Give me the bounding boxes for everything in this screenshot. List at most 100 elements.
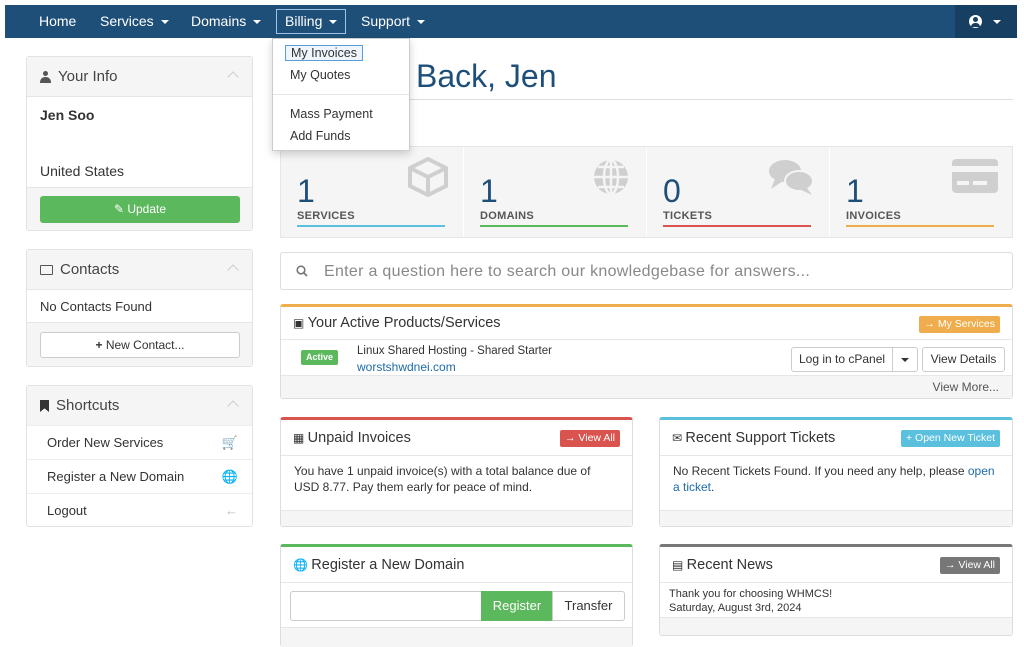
chevron-up-icon[interactable] <box>227 264 239 276</box>
view-details-button[interactable]: View Details <box>922 347 1005 372</box>
nav-domains[interactable]: Domains <box>191 5 262 38</box>
view-all-news-button[interactable]: → View All <box>940 557 1000 574</box>
shortcut-order-new-services[interactable]: Order New Services 🛒 <box>27 425 252 459</box>
no-contacts-text: No Contacts Found <box>40 299 153 314</box>
nav-domains-label: Domains <box>191 13 247 29</box>
chevron-down-icon <box>417 20 426 25</box>
login-options-dropdown[interactable] <box>892 347 918 372</box>
view-more-link[interactable]: View More... <box>933 380 999 394</box>
comments-icon <box>769 160 814 195</box>
news-item-date: Saturday, August 3rd, 2024 <box>669 602 802 614</box>
nav-home-label: Home <box>39 13 77 29</box>
tickets-title: Recent Support Tickets <box>685 430 836 446</box>
shortcuts-header[interactable]: Shortcuts <box>27 386 252 426</box>
contacts-header[interactable]: Contacts <box>27 250 252 290</box>
cube-icon: ▣ <box>293 316 308 330</box>
folder-icon <box>40 265 53 276</box>
globe-icon <box>594 158 628 196</box>
shortcuts-panel: Shortcuts Order New Services 🛒 Register a… <box>26 385 253 527</box>
chevron-down-icon <box>993 20 1001 24</box>
shortcut-label: Order New Services <box>47 435 164 450</box>
knowledgebase-search-input[interactable]: Enter a question here to search our know… <box>280 252 1013 290</box>
page-title: Back, Jen <box>416 58 557 94</box>
nav-services[interactable]: Services <box>100 5 169 38</box>
products-header: ▣ Your Active Products/Services → My Ser… <box>281 307 1012 340</box>
nav-support-label: Support <box>361 13 411 29</box>
your-info-title: Your Info <box>58 68 118 85</box>
tile-accent-bar <box>480 225 628 227</box>
shortcuts-title: Shortcuts <box>56 397 120 414</box>
chevron-down-icon <box>253 20 262 25</box>
globe-icon: 🌐 <box>293 558 312 572</box>
tile-count: 0 <box>663 173 681 209</box>
open-new-ticket-label: Open New Ticket <box>915 432 995 444</box>
your-info-header[interactable]: Your Info <box>27 57 252 97</box>
cube-icon <box>408 157 448 197</box>
tile-invoices[interactable]: 1 INVOICES <box>830 147 1013 237</box>
tile-label: INVOICES <box>846 210 901 222</box>
menu-item-my-invoices[interactable]: My Invoices <box>285 45 363 61</box>
menu-item-mass-payment[interactable]: Mass Payment <box>290 107 373 121</box>
tile-count: 1 <box>297 173 315 209</box>
shortcut-register-domain[interactable]: Register a New Domain 🌐 <box>27 459 252 493</box>
tile-accent-bar <box>663 225 811 227</box>
newspaper-icon: ▤ <box>672 558 687 572</box>
chevron-up-icon[interactable] <box>227 400 239 412</box>
tile-count: 1 <box>846 173 864 209</box>
user-menu-button[interactable] <box>955 5 1017 38</box>
register-button[interactable]: Register <box>481 591 553 621</box>
tile-label: DOMAINS <box>480 210 535 222</box>
update-button[interactable]: ✎ Update <box>40 196 240 223</box>
invoices-header: ▦ Unpaid Invoices → View All <box>281 420 632 456</box>
client-name: Jen Soo <box>40 107 95 123</box>
invoices-text: You have 1 unpaid invoice(s) with a tota… <box>294 464 591 494</box>
view-all-invoices-button[interactable]: → View All <box>560 430 620 447</box>
new-contact-button[interactable]: + New Contact... <box>40 332 240 358</box>
products-title: Your Active Products/Services <box>307 315 501 331</box>
user-circle-icon <box>969 15 982 28</box>
product-domain-link[interactable]: worstshwdnei.com <box>357 360 456 374</box>
nav-billing-label: Billing <box>285 13 323 29</box>
invoices-title: Unpaid Invoices <box>307 430 411 446</box>
tile-domains[interactable]: 1 DOMAINS <box>464 147 647 237</box>
cart-icon: 🛒 <box>221 435 238 450</box>
shortcut-label: Logout <box>47 503 87 518</box>
tickets-footer <box>660 510 1012 526</box>
arrow-left-icon: ← <box>225 503 238 518</box>
tile-accent-bar <box>297 225 445 227</box>
register-domain-footer <box>281 627 632 647</box>
open-new-ticket-button[interactable]: + Open New Ticket <box>900 430 1000 447</box>
tile-tickets[interactable]: 0 TICKETS <box>647 147 830 237</box>
news-item[interactable]: Thank you for choosing WHMCS! Saturday, … <box>669 587 832 615</box>
chevron-down-icon <box>329 20 338 25</box>
news-footer <box>660 617 1012 635</box>
news-header: ▤ Recent News → View All <box>660 547 1012 583</box>
my-services-button[interactable]: → My Services <box>919 316 1000 333</box>
shortcut-logout[interactable]: Logout ← <box>27 493 252 527</box>
view-all-label: View All <box>578 432 615 444</box>
tickets-header: ✉ Recent Support Tickets + Open New Tick… <box>660 420 1012 456</box>
register-domain-header: 🌐 Register a New Domain <box>281 547 632 583</box>
login-cpanel-button[interactable]: Log in to cPanel <box>791 347 893 372</box>
domain-search-input[interactable] <box>290 591 482 621</box>
nav-billing[interactable]: Billing <box>276 9 347 34</box>
nav-services-label: Services <box>100 13 154 29</box>
client-country: United States <box>40 163 125 179</box>
chevron-down-icon <box>901 357 909 362</box>
tile-services[interactable]: 1 SERVICES <box>281 147 464 237</box>
chevron-up-icon[interactable] <box>227 71 239 83</box>
menu-item-add-funds[interactable]: Add Funds <box>290 129 350 143</box>
nav-support[interactable]: Support <box>361 5 426 38</box>
register-domain-card: 🌐 Register a New Domain Register Transfe… <box>280 544 633 647</box>
search-icon <box>296 265 308 277</box>
transfer-button[interactable]: Transfer <box>552 591 625 621</box>
tile-accent-bar <box>846 225 994 227</box>
invoices-footer <box>281 510 632 526</box>
billing-dropdown-menu: My Invoices My Quotes Mass Payment Add F… <box>272 38 410 151</box>
contacts-title: Contacts <box>60 261 120 278</box>
product-name: Linux Shared Hosting - Shared Starter <box>357 345 552 357</box>
contacts-panel: Contacts No Contacts Found + New Contact… <box>26 249 253 367</box>
menu-item-my-quotes[interactable]: My Quotes <box>290 68 350 82</box>
nav-home[interactable]: Home <box>39 5 76 38</box>
menu-divider <box>273 94 409 95</box>
